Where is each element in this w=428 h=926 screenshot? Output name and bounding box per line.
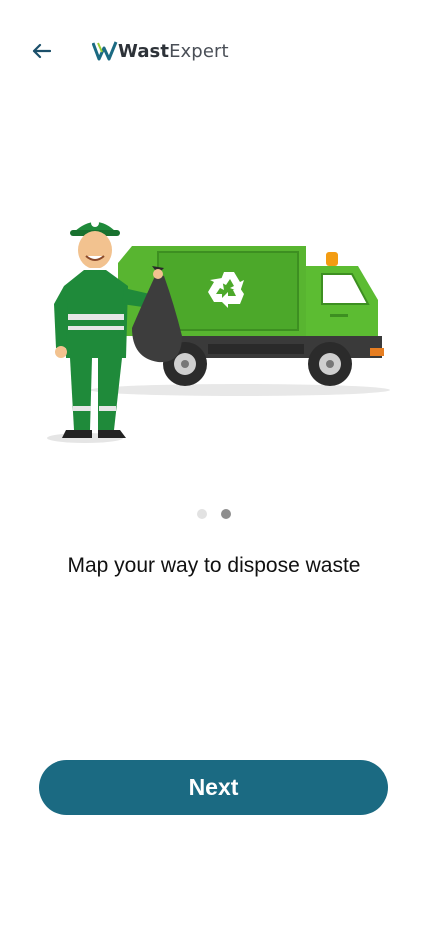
page-dot-1[interactable]: [197, 509, 207, 519]
arrow-left-icon: [32, 43, 51, 59]
logo-w-icon: [92, 41, 118, 61]
onboarding-screen: WastExpert Map your way to dispose waste…: [0, 0, 428, 926]
garbage-truck-illustration: [47, 219, 390, 443]
app-logo: WastExpert: [92, 36, 229, 66]
logo-suffix: Expert: [169, 40, 229, 62]
next-button[interactable]: Next: [39, 760, 388, 815]
page-indicator: [0, 509, 428, 519]
logo-text: WastExpert: [118, 41, 229, 62]
onboarding-caption: Map your way to dispose waste: [67, 554, 361, 577]
header: WastExpert: [0, 30, 428, 70]
logo-prefix: Wast: [118, 40, 170, 62]
page-dot-2-active[interactable]: [221, 509, 231, 519]
back-button[interactable]: [26, 36, 56, 66]
